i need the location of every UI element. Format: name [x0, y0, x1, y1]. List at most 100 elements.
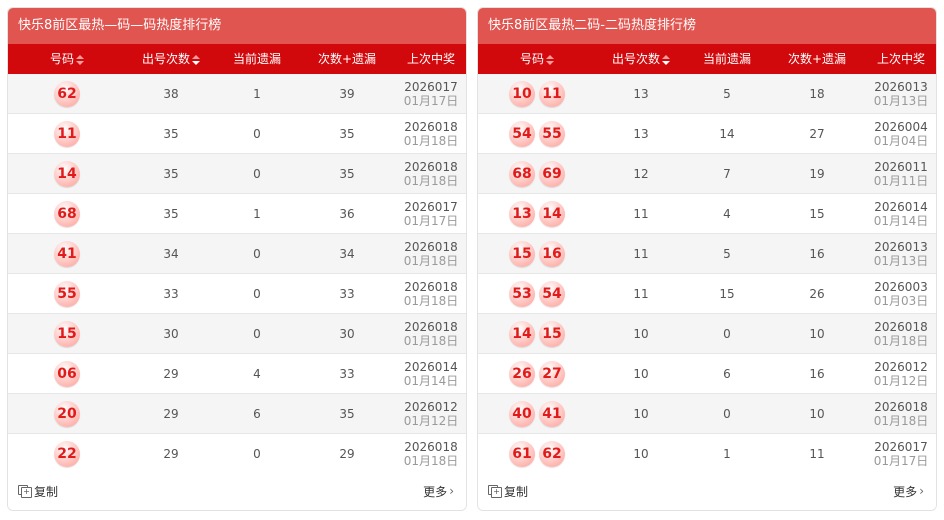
count-cell: 38	[163, 86, 179, 101]
issue-date: 01月18日	[403, 173, 459, 188]
number-ball: 15	[509, 240, 535, 267]
column-header-number[interactable]: 号码	[8, 44, 126, 74]
number-ball: 40	[509, 400, 535, 427]
count-cell: 10	[633, 326, 649, 341]
number-cell: 68	[8, 200, 126, 227]
sum-cell: 16	[809, 366, 825, 381]
number-ball: 14	[539, 200, 565, 227]
issue-date: 01月18日	[873, 333, 929, 348]
issue-number: 2026018	[404, 239, 458, 254]
copy-button[interactable]: 复制	[18, 483, 58, 500]
miss-cell: 0	[253, 246, 261, 261]
last-win-cell: 2026018 01月18日	[866, 320, 936, 348]
number-ball: 15	[539, 320, 565, 347]
number-ball: 41	[539, 400, 565, 427]
count-cell: 11	[633, 246, 649, 261]
last-win-cell: 2026018 01月18日	[866, 400, 936, 428]
number-ball: 69	[539, 160, 565, 187]
sort-icon	[546, 54, 554, 65]
number-cell: 40 41	[478, 400, 596, 427]
issue-number: 2026014	[404, 359, 458, 374]
count-cell: 10	[633, 446, 649, 461]
sum-cell: 11	[809, 446, 825, 461]
table-row: 13 14 11 4 15 2026014 01月14日	[478, 194, 936, 234]
count-cell: 29	[163, 446, 179, 461]
column-header-count[interactable]: 出号次数	[126, 44, 216, 74]
number-ball: 20	[54, 400, 80, 427]
table-row: 62 38 1 39 2026017 01月17日	[8, 74, 466, 114]
panel-title: 快乐8前区最热二码-二码热度排行榜	[478, 8, 936, 44]
sum-cell: 34	[339, 246, 355, 261]
more-link[interactable]: 更多 ›	[893, 483, 924, 500]
issue-number: 2026013	[874, 239, 928, 254]
issue-date: 01月04日	[873, 133, 929, 148]
issue-date: 01月03日	[873, 293, 929, 308]
count-cell: 35	[163, 166, 179, 181]
column-header-number[interactable]: 号码	[478, 44, 596, 74]
number-cell: 11	[8, 120, 126, 147]
number-cell: 22	[8, 440, 126, 467]
sum-cell: 36	[339, 206, 355, 221]
panel-footer: 复制 更多 ›	[478, 472, 936, 510]
number-ball: 68	[509, 160, 535, 187]
number-cell: 68 69	[478, 160, 596, 187]
issue-number: 2026018	[404, 439, 458, 454]
count-cell: 30	[163, 326, 179, 341]
issue-number: 2026012	[874, 359, 928, 374]
miss-cell: 0	[253, 286, 261, 301]
table-row: 61 62 10 1 11 2026017 01月17日	[478, 434, 936, 474]
issue-number: 2026018	[874, 319, 928, 334]
issue-date: 01月18日	[403, 293, 459, 308]
number-ball: 11	[539, 80, 565, 107]
count-cell: 13	[633, 126, 649, 141]
table-row: 14 15 10 0 10 2026018 01月18日	[478, 314, 936, 354]
miss-cell: 0	[253, 326, 261, 341]
number-ball: 54	[539, 280, 565, 307]
copy-button[interactable]: 复制	[488, 483, 528, 500]
number-ball: 16	[539, 240, 565, 267]
issue-date: 01月18日	[873, 413, 929, 428]
number-cell: 55	[8, 280, 126, 307]
sum-cell: 29	[339, 446, 355, 461]
count-cell: 35	[163, 126, 179, 141]
sum-cell: 19	[809, 166, 825, 181]
table-header: 号码 出号次数 当前遗漏 次数+遗漏 上次中奖	[478, 44, 936, 74]
issue-number: 2026011	[874, 159, 928, 174]
count-cell: 13	[633, 86, 649, 101]
number-cell: 62	[8, 80, 126, 107]
number-ball: 11	[54, 120, 80, 147]
number-cell: 14 15	[478, 320, 596, 347]
column-header-miss: 当前遗漏	[702, 52, 751, 66]
count-cell: 29	[163, 366, 179, 381]
issue-number: 2026004	[874, 119, 928, 134]
issue-date: 01月12日	[403, 413, 459, 428]
sort-icon	[192, 54, 200, 65]
number-cell: 06	[8, 360, 126, 387]
last-win-cell: 2026011 01月11日	[866, 160, 936, 188]
number-ball: 54	[509, 120, 535, 147]
table-body: 62 38 1 39 2026017 01月17日 11 35 0 35 2026018 01月18日…	[8, 74, 466, 474]
miss-cell: 15	[719, 286, 735, 301]
last-win-cell: 2026018 01月18日	[396, 240, 466, 268]
last-win-cell: 2026017 01月17日	[866, 440, 936, 468]
number-ball: 26	[509, 360, 535, 387]
column-header-last-win: 上次中奖	[406, 52, 455, 66]
issue-date: 01月18日	[403, 453, 459, 468]
number-ball: 22	[54, 440, 80, 467]
count-cell: 11	[633, 206, 649, 221]
count-cell: 12	[633, 166, 649, 181]
hot-pair-number-panel: 快乐8前区最热二码-二码热度排行榜 号码 出号次数 当前遗漏 次数+遗漏 上次中…	[477, 7, 937, 511]
miss-cell: 4	[253, 366, 261, 381]
table-row: 68 69 12 7 19 2026011 01月11日	[478, 154, 936, 194]
chevron-right-icon: ›	[919, 484, 924, 498]
column-header-count[interactable]: 出号次数	[596, 44, 686, 74]
last-win-cell: 2026012 01月12日	[396, 400, 466, 428]
number-ball: 62	[539, 440, 565, 467]
table-row: 40 41 10 0 10 2026018 01月18日	[478, 394, 936, 434]
last-win-cell: 2026013 01月13日	[866, 80, 936, 108]
last-win-cell: 2026012 01月12日	[866, 360, 936, 388]
miss-cell: 1	[723, 446, 731, 461]
more-link[interactable]: 更多 ›	[423, 483, 454, 500]
table-row: 14 35 0 35 2026018 01月18日	[8, 154, 466, 194]
miss-cell: 6	[253, 406, 261, 421]
